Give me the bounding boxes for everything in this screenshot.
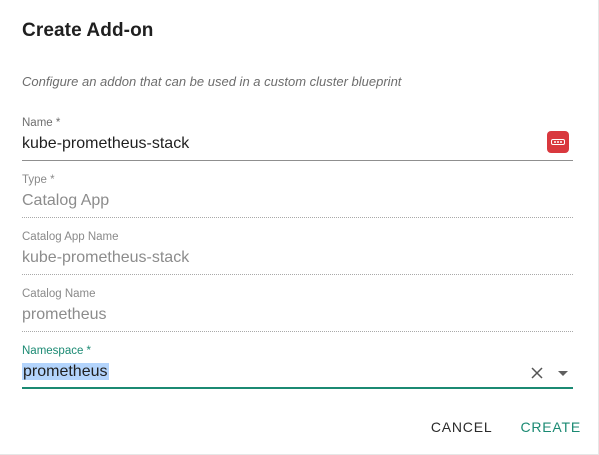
catalog-name-label: Catalog Name [22,288,96,300]
name-field[interactable]: Name * kube-prometheus-stack [22,117,573,161]
type-underline [22,217,573,218]
type-label: Type * [22,174,55,186]
catalog-name-underline [22,331,573,332]
dialog-actions: CANCEL CREATE [431,419,581,435]
password-manager-icon[interactable] [547,131,569,153]
type-field: Type * Catalog App [22,174,573,218]
catalog-app-name-label: Catalog App Name [22,231,119,243]
catalog-name-input: prometheus [22,306,107,323]
dialog-title: Create Add-on [22,20,154,41]
catalog-name-field: Catalog Name prometheus [22,288,573,332]
type-input: Catalog App [22,192,110,209]
name-underline [22,160,573,161]
namespace-input[interactable]: prometheus [22,363,109,381]
name-input[interactable]: kube-prometheus-stack [22,135,189,153]
namespace-field[interactable]: Namespace * prometheus [22,345,573,389]
clear-icon[interactable] [531,367,543,379]
namespace-selected-text: prometheus [22,363,109,380]
create-button[interactable]: CREATE [520,419,581,435]
dialog-subtitle: Configure an addon that can be used in a… [22,74,402,89]
create-addon-dialog: Create Add-on Configure an addon that ca… [0,0,599,455]
chevron-down-icon[interactable] [558,371,568,376]
name-label: Name * [22,117,61,129]
namespace-underline [22,387,573,389]
catalog-app-name-underline [22,274,573,275]
cancel-button[interactable]: CANCEL [431,419,493,435]
namespace-label: Namespace * [22,345,92,357]
catalog-app-name-input: kube-prometheus-stack [22,249,190,266]
catalog-app-name-field: Catalog App Name kube-prometheus-stack [22,231,573,275]
